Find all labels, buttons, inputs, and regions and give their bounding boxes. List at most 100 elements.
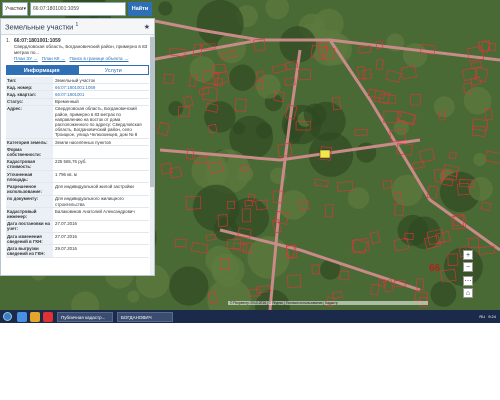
property-row: Кадастровая стоимость: 225 565,76 руб. xyxy=(6,158,149,172)
property-value xyxy=(53,146,149,157)
property-key: Дата изменения сведений в ГКН: xyxy=(6,233,53,245)
scrollbar-thumb[interactable] xyxy=(150,37,154,187)
property-value[interactable]: 66:07:1801001:1059 xyxy=(53,84,149,90)
property-row: Тип: Земельный участок xyxy=(6,77,149,85)
property-key: Тип: xyxy=(6,77,53,84)
browser-icon[interactable] xyxy=(43,311,53,322)
property-key: Категория земель: xyxy=(6,139,53,146)
lot-number-label: 66 xyxy=(429,263,441,274)
property-row: Дата изменения сведений в ГКН: 27.07.2016 xyxy=(6,233,149,246)
taskbar-item-bogdanovich[interactable]: БОГДАНОВИЧ xyxy=(117,311,173,322)
info-panel: Земельные участки 1 ★ 1. 66:07:1801001:1… xyxy=(0,18,155,276)
property-value: 225 565,76 руб. xyxy=(55,159,87,165)
panel-header: Земельные участки 1 ★ xyxy=(1,19,154,35)
property-key: Кадастровая стоимость: xyxy=(6,158,53,171)
windows-orb-icon xyxy=(2,312,12,321)
property-key: Дата выгрузки сведений из ГКН: xyxy=(6,245,53,257)
property-key: Статус: xyxy=(6,98,53,105)
zoom-out-button[interactable]: − xyxy=(463,262,473,272)
result-item[interactable]: 1. 66:07:1801001:1059 Свердловская облас… xyxy=(1,35,154,55)
tree-patch xyxy=(211,253,239,282)
tree-patch xyxy=(127,290,140,303)
tree-patch xyxy=(256,74,281,99)
tree-patch xyxy=(393,120,409,136)
tree-patch xyxy=(433,96,455,118)
taskbar: Публичная кадастр... БОГДАНОВИЧ RU 9:24 xyxy=(0,310,500,323)
property-row: Кад. номер: 66:07:1801001:1059 xyxy=(6,84,149,92)
search-bar: Участки ▾ 66:07:1801001:1059 Найти xyxy=(2,2,152,16)
layer-select[interactable]: Участки ▾ xyxy=(2,2,28,16)
screen: Участки ▾ 66:07:1801001:1059 Найти Земел… xyxy=(0,0,500,323)
tree-patch xyxy=(303,103,327,127)
panel-title-text: Земельные участки xyxy=(5,22,74,32)
plan-kk-link[interactable]: План КК → xyxy=(42,56,66,61)
zoom-in-button[interactable]: + xyxy=(463,250,473,260)
result-address: Свердловская область, Богдановичский рай… xyxy=(14,44,148,55)
property-value: Для индивидуальной жилой застройки xyxy=(55,183,134,189)
tree-patch xyxy=(189,56,216,83)
property-row: Кадастровый инженер: Балаковиков Анатолий… xyxy=(6,208,149,221)
tab-info[interactable]: Информация xyxy=(6,65,78,75)
property-value: Свердловская область, Богдановичский рай… xyxy=(55,106,142,138)
panel-tabs: Информация Услуги xyxy=(6,65,149,75)
property-key: Дата постановки на учет: xyxy=(6,220,53,233)
property-row: Разрешенное использование: Для индивидуал… xyxy=(6,183,149,196)
property-row: Форма собственности: xyxy=(6,146,149,159)
explorer-icon[interactable] xyxy=(17,311,27,322)
property-value: 27.07.2016 xyxy=(55,221,77,227)
tab-services[interactable]: Услуги xyxy=(77,65,149,75)
tree-patch xyxy=(229,64,256,91)
home-button[interactable]: ⌂ xyxy=(463,288,473,298)
result-index: 1. xyxy=(6,38,11,44)
property-key: Разрешенное использование: xyxy=(6,183,53,195)
language-indicator[interactable]: RU xyxy=(479,314,485,319)
pin-icon[interactable]: ★ xyxy=(144,23,150,31)
search-input[interactable]: 66:07:1801001:1059 xyxy=(30,2,126,16)
tree-patch xyxy=(169,266,209,306)
property-key: Адрес: xyxy=(6,105,53,139)
property-row: Уточненная площадь: 1 796 кв. м xyxy=(6,171,149,184)
property-value: Балаковиков Анатолий Александрович xyxy=(55,208,135,214)
property-row: Статус: Временный xyxy=(6,98,149,106)
property-value: 1 796 кв. м xyxy=(55,171,77,177)
result-links: План ЗУ → План КК → Поиск в границе объе… xyxy=(1,55,154,62)
property-value: Временный xyxy=(55,99,79,105)
property-key: Форма собственности: xyxy=(6,146,53,158)
tree-patch xyxy=(463,86,492,115)
property-value: Для индивидуального жилищного строительс… xyxy=(55,196,124,207)
start-button[interactable] xyxy=(0,310,14,323)
tree-patch xyxy=(192,184,240,232)
plan-zu-link[interactable]: План ЗУ → xyxy=(14,56,38,61)
clock[interactable]: 9:24 xyxy=(488,314,496,319)
folder-icon[interactable] xyxy=(30,311,40,322)
panel-scrollbar[interactable] xyxy=(150,35,154,275)
tree-patch xyxy=(168,101,184,116)
property-row: Категория земель: Земли населённых пункто… xyxy=(6,139,149,147)
property-key: Кадастровый инженер: xyxy=(6,208,53,220)
property-row: Адрес: Свердловская область, Богдановичск… xyxy=(6,105,149,140)
map-attribution: © Росреестр 2010-2016 | © Яндекс | Услов… xyxy=(228,301,428,305)
tree-patch xyxy=(430,281,457,307)
selected-parcel-marker[interactable] xyxy=(319,149,331,159)
property-key: по документу: xyxy=(6,195,53,208)
property-row: Кад. квартал: 66:07:1801001 xyxy=(6,91,149,99)
property-row: по документу: Для индивидуального жилищно… xyxy=(6,195,149,209)
search-button[interactable]: Найти xyxy=(128,2,152,16)
more-button[interactable]: ⋯ xyxy=(463,276,473,286)
property-value: 29.07.2016 xyxy=(55,245,77,251)
property-key: Кад. квартал: xyxy=(6,91,53,98)
search-in-boundary-link[interactable]: Поиск в границе объекта → xyxy=(69,56,128,61)
layer-select-value: Участки xyxy=(5,6,24,12)
panel-title: Земельные участки 1 xyxy=(5,22,78,32)
property-table: Тип: Земельный участок Кад. номер: 66:07:18… xyxy=(6,77,149,258)
property-value: 27.07.2016 xyxy=(55,233,77,239)
result-count: 1 xyxy=(75,21,79,28)
property-value: Земельный участок xyxy=(55,77,95,83)
tree-patch xyxy=(473,152,487,167)
property-value[interactable]: 66:07:1801001 xyxy=(53,91,149,97)
tree-patch xyxy=(402,43,428,68)
tree-patch xyxy=(158,1,173,16)
taskbar-item-cadastre[interactable]: Публичная кадастр... xyxy=(57,311,113,322)
property-value: Земли населённых пунктов xyxy=(55,139,111,145)
tree-patch xyxy=(468,176,493,201)
